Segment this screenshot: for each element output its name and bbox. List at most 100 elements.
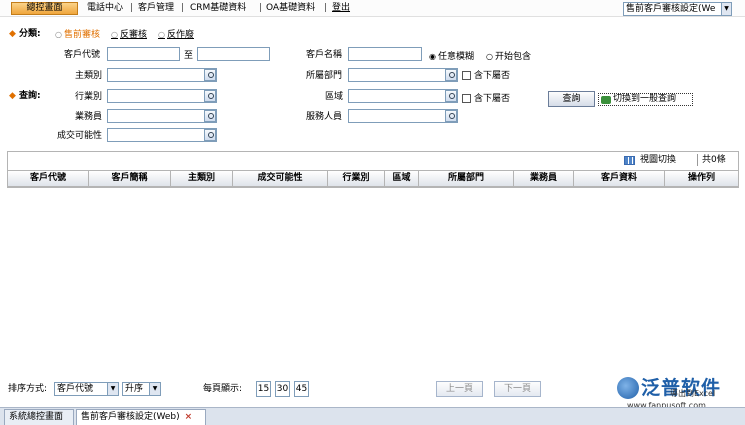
switch-general-query-label: 切換到一般查詢	[613, 94, 677, 104]
category-label: 分類:	[19, 29, 41, 39]
nav-link-customer-mgmt[interactable]: 客戶管理	[138, 3, 174, 14]
include-sub-label: 含下屬否	[474, 94, 511, 104]
column-header[interactable]: 客戶代號	[8, 171, 89, 186]
category-pre-sale-audit[interactable]: ○ 售前審核	[55, 29, 100, 41]
region-include-sub-checkbox[interactable]	[462, 94, 471, 103]
region-input[interactable]	[348, 89, 458, 103]
close-probability-input[interactable]	[107, 128, 217, 142]
main-category-input[interactable]	[107, 68, 217, 82]
nav-link-crm-basic[interactable]: CRM基礎資料	[190, 3, 246, 14]
module-select-value: 售前客戶審核設定(We	[626, 4, 716, 14]
close-probability-label: 成交可能性	[57, 131, 103, 141]
match-fuzzy-radio[interactable]: ◉ 任意模糊	[429, 51, 474, 63]
match-fuzzy-label: 任意模糊	[437, 52, 474, 62]
radio-checked-icon: ◉	[429, 52, 436, 61]
lookup-icon[interactable]	[204, 110, 216, 122]
radio-icon: ○	[111, 30, 118, 39]
category-reverse-void[interactable]: ○ 反作廢	[158, 29, 194, 41]
category-label-text: 售前審核	[63, 30, 100, 40]
module-select[interactable]: 售前客戶審核設定(We ▼	[623, 2, 732, 16]
customer-code-from-input[interactable]	[107, 47, 180, 61]
salesperson-label: 業務員	[75, 112, 103, 122]
column-header[interactable]: 業務員	[514, 171, 574, 186]
column-header[interactable]: 區域	[385, 171, 419, 186]
sort-order-value: 升序	[125, 384, 144, 394]
department-label: 所屬部門	[306, 71, 343, 81]
column-header[interactable]: 所屬部門	[419, 171, 514, 186]
nav-separator: |	[259, 3, 263, 13]
per-page-45[interactable]: 45	[294, 381, 309, 397]
match-prefix-label: 开始包含	[494, 52, 531, 62]
chevron-down-icon: ▼	[721, 3, 731, 15]
nav-link-call-center[interactable]: 電話中心	[87, 3, 123, 14]
service-staff-input[interactable]	[348, 109, 458, 123]
switch-general-query-button[interactable]: 切換到一般查詢	[598, 93, 693, 106]
category-label-text: 反作廢	[166, 30, 194, 40]
logo-mark-icon	[617, 377, 639, 399]
customer-code-to-input[interactable]	[197, 47, 270, 61]
department-include-sub-checkbox[interactable]	[462, 71, 471, 80]
sort-label: 排序方式:	[8, 384, 48, 394]
nav-separator: |	[324, 3, 328, 13]
top-nav: 總控畫面 電話中心 | 客戶管理 | CRM基礎資料 | OA基礎資料 | 登出…	[0, 0, 745, 17]
chevron-down-icon: ▼	[149, 383, 160, 395]
category-reverse-audit[interactable]: ○ 反審核	[111, 29, 147, 41]
to-label: 至	[184, 51, 194, 61]
view-switch-link[interactable]: 視圖切換	[640, 155, 676, 166]
radio-icon: ○	[486, 52, 493, 61]
per-page-15[interactable]: 15	[256, 381, 271, 397]
column-header[interactable]: 成交可能性	[233, 171, 328, 186]
diamond-icon: ◆	[9, 91, 16, 101]
include-sub-label: 含下屬否	[474, 71, 511, 81]
department-input[interactable]	[348, 68, 458, 82]
nav-separator: |	[130, 3, 134, 13]
salesperson-input[interactable]	[107, 109, 217, 123]
export-excel-link[interactable]: 導出到Excel	[670, 389, 715, 399]
region-label: 區域	[325, 92, 344, 102]
switch-icon	[601, 96, 611, 104]
close-icon[interactable]: ×	[185, 412, 193, 422]
tab-pre-sale-audit[interactable]: 售前客戶審核設定(Web) ×	[76, 409, 206, 425]
window-tab-bar: 系統總控畫面 售前客戶審核設定(Web) ×	[0, 407, 745, 425]
industry-input[interactable]	[107, 89, 217, 103]
sort-order-select[interactable]: 升序 ▼	[122, 382, 161, 396]
query-button[interactable]: 查詢	[548, 91, 595, 107]
radio-icon: ○	[55, 30, 62, 39]
diamond-icon: ◆	[9, 29, 16, 39]
lookup-icon[interactable]	[204, 69, 216, 81]
radio-icon: ○	[158, 30, 165, 39]
per-page-30[interactable]: 30	[275, 381, 290, 397]
nav-link-oa-basic[interactable]: OA基礎資料	[266, 3, 315, 14]
match-prefix-radio[interactable]: ○ 开始包含	[486, 51, 531, 63]
view-switch-icon[interactable]	[624, 156, 635, 165]
per-page-label: 每頁顯示:	[203, 384, 243, 394]
customer-code-label: 客戶代號	[64, 50, 101, 60]
service-staff-label: 服務人員	[306, 112, 343, 122]
column-header[interactable]: 行業別	[328, 171, 385, 186]
column-header[interactable]: 客戶資料	[574, 171, 665, 186]
customer-name-input[interactable]	[348, 47, 422, 61]
sort-field-select[interactable]: 客戶代號 ▼	[54, 382, 119, 396]
query-label: 查詢:	[19, 91, 41, 101]
customer-name-label: 客戶名稱	[306, 50, 343, 60]
lookup-icon[interactable]	[204, 129, 216, 141]
tab-label: 售前客戶審核設定(Web)	[81, 412, 180, 422]
lookup-icon[interactable]	[445, 110, 457, 122]
nav-home-button[interactable]: 總控畫面	[11, 2, 78, 15]
main-category-label: 主類別	[75, 71, 103, 81]
chevron-down-icon: ▼	[107, 383, 118, 395]
tab-system-control[interactable]: 系統總控畫面	[4, 409, 74, 425]
grid-header-row: 客戶代號 客戶簡稱 主類別 成交可能性 行業別 區域 所屬部門 業務員 客戶資料…	[8, 170, 738, 187]
lookup-icon[interactable]	[204, 90, 216, 102]
nav-logout-link[interactable]: 登出	[332, 3, 350, 14]
lookup-icon[interactable]	[445, 69, 457, 81]
column-header[interactable]: 主類別	[171, 171, 233, 186]
prev-page-button[interactable]: 上一頁	[436, 381, 483, 397]
category-label-text: 反審核	[119, 30, 147, 40]
next-page-button[interactable]: 下一頁	[494, 381, 541, 397]
nav-separator: |	[181, 3, 185, 13]
column-header[interactable]: 客戶簡稱	[89, 171, 171, 186]
divider	[697, 154, 698, 166]
lookup-icon[interactable]	[445, 90, 457, 102]
column-header[interactable]: 操作列	[665, 171, 738, 186]
